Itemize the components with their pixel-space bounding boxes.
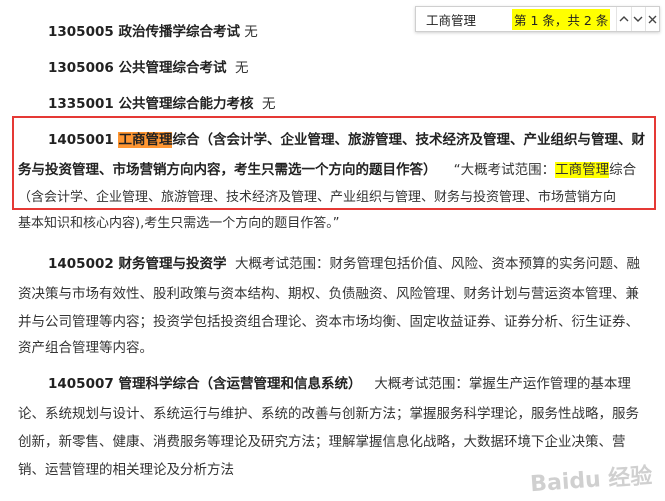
entry-note: 无	[262, 96, 276, 112]
entry-desc: （含会计学、企业管理、旅游管理、技术经济及管理、产业组织与管理、财务与投资管理、…	[18, 190, 617, 205]
entry-desc: 综合	[609, 162, 637, 178]
entry-desc: 论、系统规划与设计、系统运行与维护、系统的改善与创新方法；掌握服务科学理论，服务…	[18, 406, 639, 422]
entry-1305006: 1305006 公共管理综合考试 无	[48, 58, 249, 78]
entry-1405002-line2: 资决策与市场有效性、股利政策与资本结构、期权、负债融资、风险管理、财务计划与营运…	[18, 284, 639, 304]
find-prev-button[interactable]	[616, 7, 630, 31]
entry-code-title: 1405002 财务管理与投资学	[48, 256, 227, 272]
find-bar: 第 1 条，共 2 条	[415, 6, 660, 32]
chevron-up-icon	[619, 16, 629, 22]
entry-code-title: 1305006 公共管理综合考试	[48, 60, 227, 76]
entry-1405001-line3: （含会计学、企业管理、旅游管理、技术经济及管理、产业组织与管理、财务与投资管理、…	[18, 188, 616, 208]
entry-1405007-line3: 创新，新零售、健康、消费服务等理论及研究方法；理解掌握信息化战略，大数据环境下企…	[18, 432, 626, 452]
find-close-button[interactable]	[644, 7, 659, 31]
entry-1405007-line4: 销、运营管理的相关理论及分析方法	[18, 460, 234, 480]
entry-code: 1405001	[48, 132, 119, 148]
entry-desc: 并与公司管理等内容；投资学包括投资组合理论、资本市场均衡、固定收益证券、证券分析…	[18, 314, 639, 330]
entry-1405002-line4: 资产组合管理等内容。	[18, 338, 153, 358]
entry-desc: 大概考试范围：掌握生产运作管理的基本理	[374, 376, 631, 392]
entry-desc: 基本知识和核心内容),考生只需选一个方向的题目作答。”	[18, 216, 340, 231]
search-match: 工商管理	[555, 162, 610, 178]
entry-1405007-line1: 1405007 管理科学综合（含运营管理和信息系统） 大概考试范围：掌握生产运作…	[48, 374, 631, 394]
entry-1405001-line4: 基本知识和核心内容),考生只需选一个方向的题目作答。”	[18, 214, 339, 234]
entry-desc: 销、运营管理的相关理论及分析方法	[18, 462, 234, 478]
entry-1405007-line2: 论、系统规划与设计、系统运行与维护、系统的改善与创新方法；掌握服务科学理论，服务…	[18, 404, 639, 424]
close-icon	[648, 15, 657, 23]
entry-note: 无	[235, 60, 249, 76]
watermark-logo: Baidu 经验	[529, 463, 654, 498]
entry-desc: 资决策与市场有效性、股利政策与资本结构、期权、负债融资、风险管理、财务计划与营运…	[18, 286, 639, 302]
entry-desc: 资产组合管理等内容。	[18, 340, 153, 356]
entry-1405001-line2: 务与投资管理、市场营销方向内容，考生只需选一个方向的题目作答） “大概考试范围：…	[18, 160, 636, 180]
entry-desc: 大概考试范围：财务管理包括价值、风险、资本预算的实务问题、融	[235, 256, 641, 272]
document-page: 1305005 政治传播学综合考试 无 1305006 公共管理综合考试 无 1…	[0, 0, 665, 501]
entry-code-title: 1305005 政治传播学综合考试	[48, 24, 240, 40]
find-result-count: 第 1 条，共 2 条	[512, 8, 611, 30]
entry-title: 综合（含会计学、企业管理、旅游管理、技术经济及管理、产业组织与管理、财	[172, 132, 645, 148]
entry-title: 务与投资管理、市场营销方向内容，考生只需选一个方向的题目作答）	[18, 162, 437, 178]
entry-note: 无	[244, 24, 258, 40]
entry-1405002-line3: 并与公司管理等内容；投资学包括投资组合理论、资本市场均衡、固定收益证券、证券分析…	[18, 312, 639, 332]
entry-1405001-line1: 1405001 工商管理综合（含会计学、企业管理、旅游管理、技术经济及管理、产业…	[48, 130, 645, 150]
entry-code-title: 1405007 管理科学综合（含运营管理和信息系统）	[48, 376, 362, 392]
entry-1335001: 1335001 公共管理综合能力考核 无	[48, 94, 276, 114]
entry-code-title: 1335001 公共管理综合能力考核	[48, 96, 254, 112]
entry-desc: “大概考试范围：	[453, 162, 556, 178]
entry-1305005: 1305005 政治传播学综合考试 无	[48, 22, 258, 42]
find-input[interactable]	[416, 7, 506, 31]
current-search-match: 工商管理	[118, 132, 173, 148]
chevron-down-icon	[633, 16, 643, 22]
entry-desc: 创新，新零售、健康、消费服务等理论及研究方法；理解掌握信息化战略，大数据环境下企…	[18, 434, 626, 450]
entry-1405002-line1: 1405002 财务管理与投资学 大概考试范围：财务管理包括价值、风险、资本预算…	[48, 254, 640, 274]
find-next-button[interactable]	[630, 7, 645, 31]
